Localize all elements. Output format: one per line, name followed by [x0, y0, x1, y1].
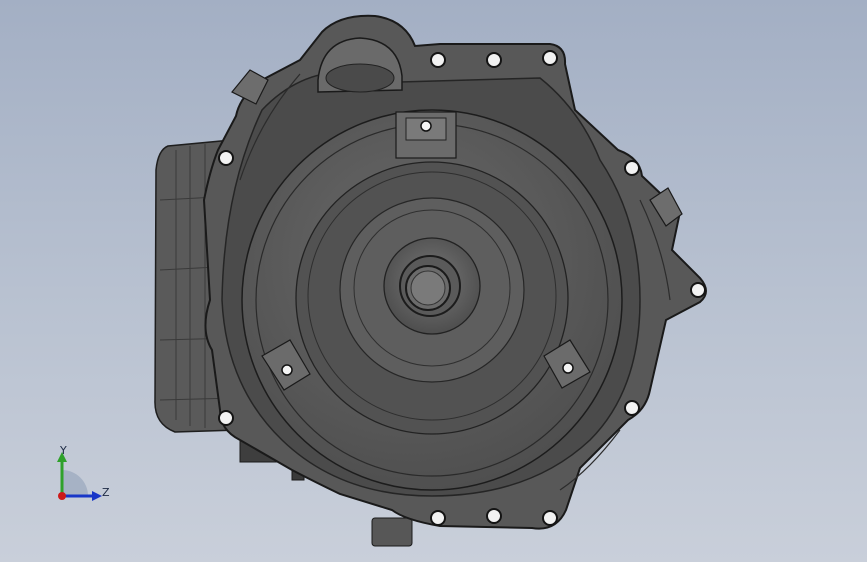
mount-pad-top [395, 111, 457, 159]
graphics-viewport[interactable]: Y Z [0, 0, 867, 562]
z-axis-label: Z [102, 486, 110, 499]
coordinate-triad-icon: Y Z [44, 438, 124, 518]
y-axis-label: Y [60, 444, 67, 457]
transmission-housing-model[interactable] [0, 0, 867, 562]
